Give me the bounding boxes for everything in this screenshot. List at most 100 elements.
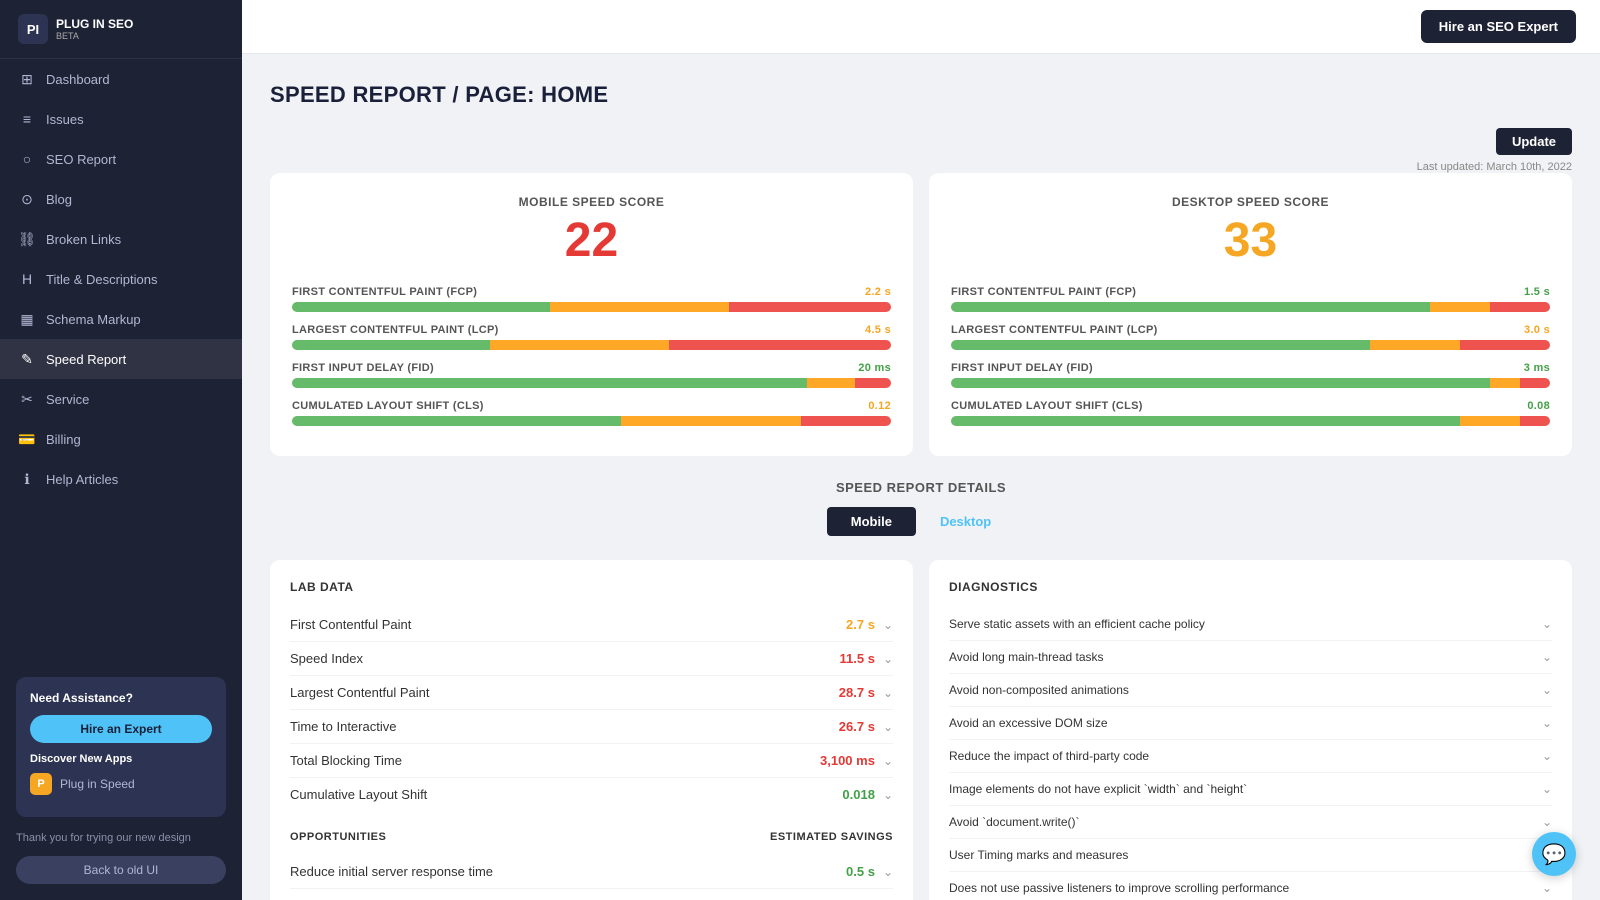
lab-data-row: Cumulative Layout Shift 0.018 ⌄ <box>290 778 893 811</box>
title-descriptions-icon: H <box>18 270 36 288</box>
lab-value: 26.7 s ⌄ <box>839 719 893 734</box>
metric-progress-track <box>292 416 891 426</box>
metric-header: CUMULATED LAYOUT SHIFT (CLS) 0.08 <box>951 400 1550 412</box>
metric-row: FIRST INPUT DELAY (FID) 20 ms <box>292 362 891 388</box>
sidebar-item-schema-markup[interactable]: ▦Schema Markup <box>0 299 242 339</box>
tab-mobile[interactable]: Mobile <box>827 507 916 536</box>
logo-text: PLUG IN SEO <box>56 17 133 31</box>
diagnostic-label: Avoid `document.write()` <box>949 815 1080 829</box>
diagnostic-row[interactable]: Reduce the impact of third-party code ⌄ <box>949 740 1552 773</box>
diagnostic-row[interactable]: Avoid an excessive DOM size ⌄ <box>949 707 1552 740</box>
sidebar-item-billing[interactable]: 💳Billing <box>0 419 242 459</box>
progress-orange <box>490 340 670 350</box>
lab-value: 0.018 ⌄ <box>842 787 893 802</box>
metric-header: FIRST INPUT DELAY (FID) 3 ms <box>951 362 1550 374</box>
sidebar-item-dashboard[interactable]: ⊞Dashboard <box>0 59 242 99</box>
sidebar-label-issues: Issues <box>46 112 84 127</box>
lab-label: Time to Interactive <box>290 719 396 734</box>
diagnostic-row[interactable]: User Timing marks and measures ⌄ <box>949 839 1552 872</box>
tab-desktop[interactable]: Desktop <box>916 507 1015 536</box>
sidebar-item-issues[interactable]: ≡Issues <box>0 99 242 139</box>
metric-header: FIRST CONTENTFUL PAINT (FCP) 1.5 s <box>951 286 1550 298</box>
desktop-speed-score: 33 <box>951 213 1550 268</box>
progress-red <box>1490 302 1550 312</box>
diagnostic-row[interactable]: Image elements do not have explicit `wid… <box>949 773 1552 806</box>
chevron-down-icon: ⌄ <box>883 788 893 802</box>
sidebar-item-service[interactable]: ✂Service <box>0 379 242 419</box>
metric-header: FIRST CONTENTFUL PAINT (FCP) 2.2 s <box>292 286 891 298</box>
diagnostic-row[interactable]: Avoid long main-thread tasks ⌄ <box>949 641 1552 674</box>
sidebar-item-title-descriptions[interactable]: H Title & Descriptions <box>0 259 242 299</box>
diagnostic-label: Serve static assets with an efficient ca… <box>949 617 1205 631</box>
chevron-down-icon: ⌄ <box>1542 782 1552 796</box>
metric-label: CUMULATED LAYOUT SHIFT (CLS) <box>292 400 484 412</box>
lab-data-row: Speed Index 11.5 s ⌄ <box>290 642 893 676</box>
metric-progress-track <box>951 302 1550 312</box>
back-to-old-ui-button[interactable]: Back to old UI <box>16 856 226 884</box>
metric-value: 3 ms <box>1524 362 1550 374</box>
sidebar-label-title-descriptions: Title & Descriptions <box>46 272 158 287</box>
lab-data-panel: LAB DATA First Contentful Paint 2.7 s ⌄ … <box>270 560 913 900</box>
tab-row: MobileDesktop <box>270 507 1572 536</box>
diagnostic-row[interactable]: Avoid non-composited animations ⌄ <box>949 674 1552 707</box>
progress-green <box>292 416 621 426</box>
diagnostic-label: Avoid non-composited animations <box>949 683 1129 697</box>
chat-fab[interactable]: 💬 <box>1532 832 1576 876</box>
metric-row: FIRST INPUT DELAY (FID) 3 ms <box>951 362 1550 388</box>
metric-header: LARGEST CONTENTFUL PAINT (LCP) 4.5 s <box>292 324 891 336</box>
update-button[interactable]: Update <box>1496 128 1572 155</box>
chevron-down-icon: ⌄ <box>1542 716 1552 730</box>
metric-progress-track <box>951 378 1550 388</box>
speed-report-details: SPEED REPORT DETAILS MobileDesktop <box>270 480 1572 536</box>
chevron-down-icon: ⌄ <box>1542 881 1552 895</box>
metric-row: LARGEST CONTENTFUL PAINT (LCP) 4.5 s <box>292 324 891 350</box>
lab-value: 11.5 s ⌄ <box>840 651 894 666</box>
sidebar-item-blog[interactable]: ⊙Blog <box>0 179 242 219</box>
diagnostic-label: Reduce the impact of third-party code <box>949 749 1149 763</box>
new-design-text: Thank you for trying our new design <box>16 831 226 846</box>
metric-progress-track <box>951 340 1550 350</box>
opp-label: Reduce initial server response time <box>290 864 493 879</box>
opportunity-row: Properly size images 2.9 s ⌄ <box>290 889 893 900</box>
progress-green <box>951 302 1430 312</box>
desktop-metrics: FIRST CONTENTFUL PAINT (FCP) 1.5 s LARGE… <box>951 286 1550 426</box>
diagnostic-row[interactable]: Avoid `document.write()` ⌄ <box>949 806 1552 839</box>
logo-beta: BETA <box>56 31 133 41</box>
chevron-down-icon: ⌄ <box>1542 749 1552 763</box>
diagnostic-label: Avoid long main-thread tasks <box>949 650 1104 664</box>
diagnostic-row[interactable]: Serve static assets with an efficient ca… <box>949 608 1552 641</box>
progress-red <box>729 302 891 312</box>
lab-value: 3,100 ms ⌄ <box>820 753 893 768</box>
chevron-down-icon: ⌄ <box>1542 683 1552 697</box>
metric-label: LARGEST CONTENTFUL PAINT (LCP) <box>951 324 1158 336</box>
progress-red <box>1460 340 1550 350</box>
diagnostics-title: DIAGNOSTICS <box>949 580 1552 594</box>
main-content: Hire an SEO Expert SPEED REPORT / PAGE: … <box>242 0 1600 900</box>
chevron-down-icon: ⌄ <box>1542 650 1552 664</box>
sidebar-label-broken-links: Broken Links <box>46 232 121 247</box>
lab-data-row: First Contentful Paint 2.7 s ⌄ <box>290 608 893 642</box>
desktop-speed-title: DESKTOP SPEED SCORE <box>951 195 1550 209</box>
sidebar-item-seo-report[interactable]: ○SEO Report <box>0 139 242 179</box>
sidebar-item-speed-report[interactable]: ✎Speed Report <box>0 339 242 379</box>
lab-label: Total Blocking Time <box>290 753 402 768</box>
chevron-down-icon: ⌄ <box>883 652 893 666</box>
opportunities-rows: Reduce initial server response time 0.5 … <box>290 855 893 900</box>
hire-expert-button[interactable]: Hire an Expert <box>30 715 212 743</box>
metric-progress-track <box>951 416 1550 426</box>
sidebar-label-schema-markup: Schema Markup <box>46 312 141 327</box>
sidebar-item-help-articles[interactable]: ℹHelp Articles <box>0 459 242 499</box>
metric-label: CUMULATED LAYOUT SHIFT (CLS) <box>951 400 1143 412</box>
hire-seo-expert-button[interactable]: Hire an SEO Expert <box>1421 10 1576 43</box>
diagnostic-row[interactable]: Does not use passive listeners to improv… <box>949 872 1552 900</box>
broken-links-icon: ⛓ <box>18 230 36 248</box>
progress-red <box>1520 416 1550 426</box>
sidebar-item-broken-links[interactable]: ⛓ Broken Links <box>0 219 242 259</box>
metric-row: CUMULATED LAYOUT SHIFT (CLS) 0.12 <box>292 400 891 426</box>
metric-label: FIRST CONTENTFUL PAINT (FCP) <box>292 286 477 298</box>
progress-red <box>669 340 891 350</box>
desktop-speed-card: DESKTOP SPEED SCORE 33 FIRST CONTENTFUL … <box>929 173 1572 456</box>
chevron-down-icon: ⌄ <box>1542 617 1552 631</box>
progress-red <box>855 378 891 388</box>
speed-cards: MOBILE SPEED SCORE 22 FIRST CONTENTFUL P… <box>270 173 1572 456</box>
